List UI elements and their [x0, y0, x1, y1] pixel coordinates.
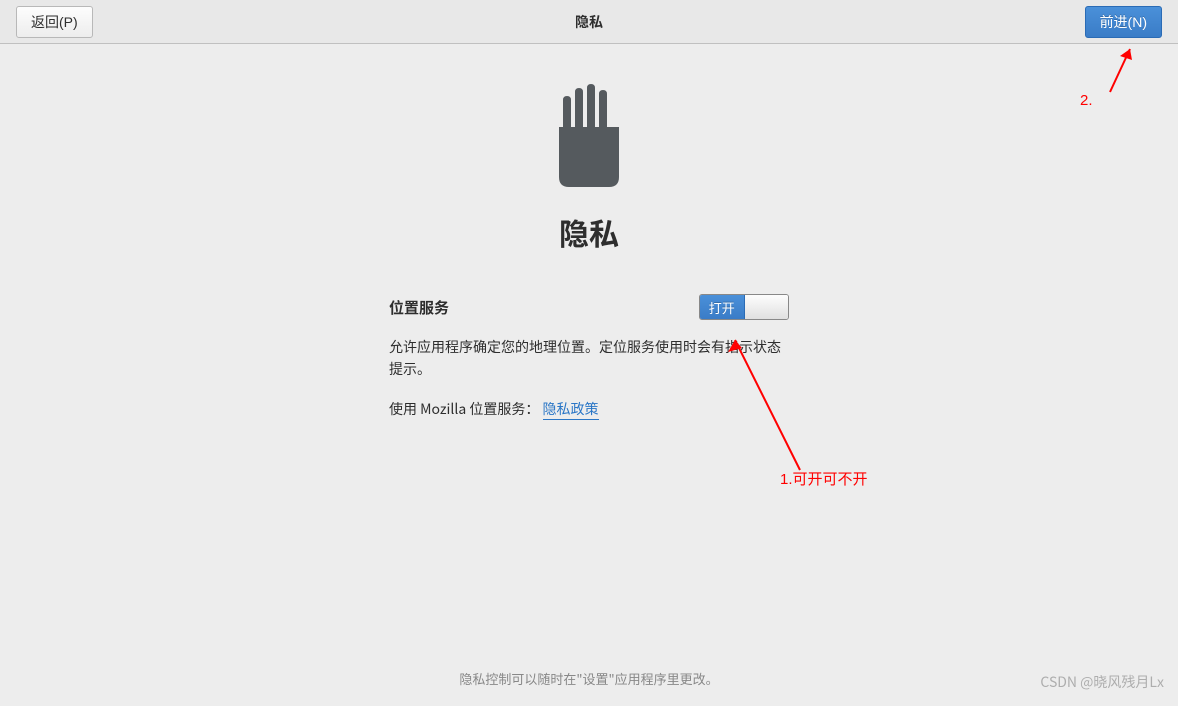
toggle-on-label: 打开 [700, 295, 745, 319]
location-label: 位置服务 [389, 297, 449, 318]
location-description: 允许应用程序确定您的地理位置。定位服务使用时会有指示状态提示。 [389, 336, 789, 381]
watermark: CSDN @晓风残月Lx [1040, 672, 1164, 692]
location-toggle[interactable]: 打开 [699, 294, 789, 320]
footer-text: 隐私控制可以随时在"设置"应用程序里更改。 [459, 669, 718, 688]
policy-line: 使用 Mozilla 位置服务： 隐私政策 [389, 399, 789, 419]
next-button[interactable]: 前进(N) [1085, 6, 1162, 38]
header-bar: 返回(P) 隐私 前进(N) [0, 0, 1178, 44]
location-setting-row: 位置服务 打开 [389, 294, 789, 320]
annotation-2: 2. [1080, 92, 1093, 109]
privacy-policy-link[interactable]: 隐私政策 [543, 399, 599, 420]
policy-prefix: 使用 Mozilla 位置服务： [389, 399, 539, 419]
privacy-hand-icon [539, 82, 639, 192]
page-heading: 隐私 [559, 210, 619, 254]
settings-block: 位置服务 打开 允许应用程序确定您的地理位置。定位服务使用时会有指示状态提示。 … [389, 294, 789, 419]
toggle-handle [745, 295, 789, 319]
annotation-1: 1.可开可不开 [780, 468, 868, 489]
header-title: 隐私 [575, 12, 603, 32]
back-button[interactable]: 返回(P) [16, 6, 93, 38]
main-content: 隐私 位置服务 打开 允许应用程序确定您的地理位置。定位服务使用时会有指示状态提… [0, 44, 1178, 419]
